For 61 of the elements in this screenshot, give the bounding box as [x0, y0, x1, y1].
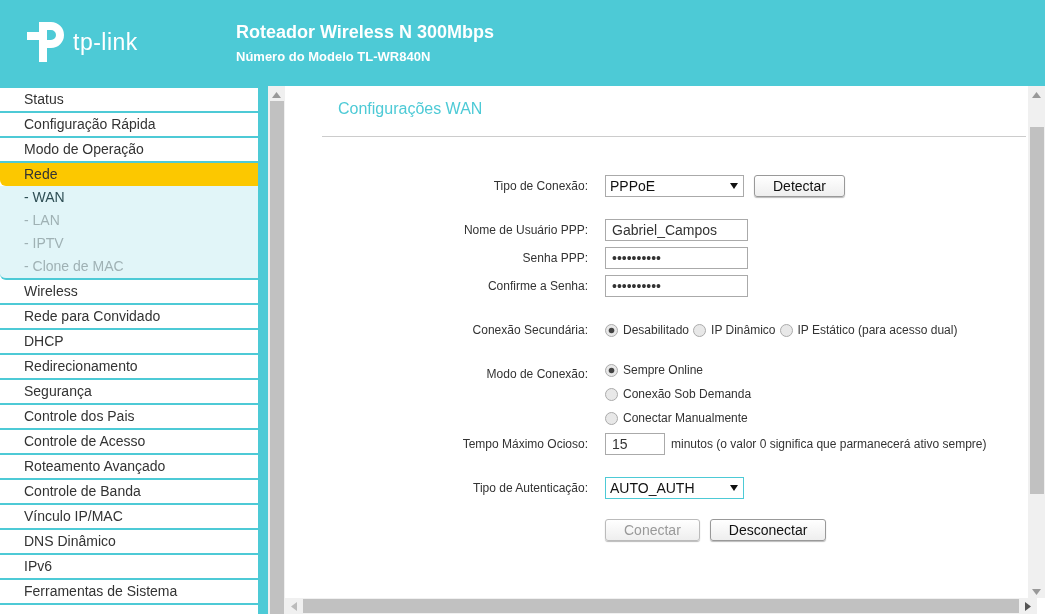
scrollbar[interactable] [1028, 86, 1045, 598]
submenu-item[interactable]: - WAN [0, 186, 258, 209]
menu-item[interactable]: Roteamento Avançado [0, 455, 258, 480]
dropdown[interactable]: PPPoE [605, 175, 744, 197]
radio-button[interactable] [605, 411, 618, 425]
radio-label: IP Estático (para acesso dual) [797, 322, 958, 339]
field-label: Modo de Conexão: [486, 367, 588, 381]
hint-text: minutos (o valor 0 significa que parmanecerá ativo sempre) [671, 437, 987, 451]
menu-item[interactable]: Wireless [0, 280, 258, 305]
field-label: Tipo de Conexão: [493, 179, 588, 193]
dropdown[interactable]: AUTO_AUTH [605, 477, 744, 499]
menu-item[interactable]: Vínculo IP/MAC [0, 505, 258, 530]
menu-item[interactable]: Status [0, 88, 258, 113]
radio-button[interactable] [605, 387, 618, 401]
radio-label: Desabilitado [623, 322, 690, 339]
radio-label: Conectar Manualmente [623, 410, 748, 427]
scroll-up-icon[interactable] [1032, 92, 1041, 98]
menu-item[interactable]: Controle de Acesso [0, 430, 258, 455]
field-label: Tipo de Autenticação: [473, 481, 588, 495]
model-number: Número do Modelo TL-WR840N [236, 49, 432, 64]
scrollbar[interactable] [285, 598, 1037, 614]
scroll-up-icon[interactable] [272, 92, 281, 98]
radio-label: Conexão Sob Demanda [623, 386, 752, 403]
password-field[interactable]: •••••••••• [605, 275, 748, 297]
menu-item[interactable]: Ferramentas de Sistema [0, 580, 258, 605]
menu-item[interactable]: IPv6 [0, 555, 258, 580]
field-label: Conexão Secundária: [472, 323, 588, 337]
radio-button[interactable] [605, 363, 618, 377]
radio-button[interactable] [779, 323, 793, 337]
menu-item[interactable]: Configuração Rápida [0, 113, 258, 138]
caret-icon [730, 485, 738, 491]
menu-item[interactable]: Rede para Convidado [0, 305, 258, 330]
brand-name: tp-link [73, 28, 138, 56]
radio-label: Sempre Online [623, 362, 704, 379]
field-label: Confirme a Senha: [487, 279, 588, 293]
field-label: Tempo Máximo Ocioso: [462, 437, 588, 451]
menu-item[interactable]: Redirecionamento [0, 355, 258, 380]
radio-button[interactable] [693, 323, 707, 337]
input-field[interactable]: Gabriel_Campos [605, 219, 748, 241]
action-button[interactable]: Desconectar [709, 519, 827, 541]
scroll-left-icon[interactable] [291, 601, 297, 611]
scroll-right-icon[interactable] [1025, 601, 1031, 611]
menu-item[interactable]: Controle dos Pais [0, 405, 258, 430]
radio-label: IP Dinâmico [711, 322, 776, 339]
scroll-down-icon[interactable] [1032, 589, 1041, 595]
radio-button[interactable] [605, 323, 618, 337]
field-label: Senha PPP: [522, 251, 588, 265]
menu-item[interactable]: DHCP [0, 330, 258, 355]
menu-item[interactable]: Controle de Banda [0, 480, 258, 505]
password-field[interactable]: •••••••••• [605, 247, 748, 269]
menu-item[interactable]: Segurança [0, 380, 258, 405]
menu-item[interactable]: Rede [0, 163, 258, 186]
scroll-thumb[interactable] [1029, 127, 1044, 494]
menu-item[interactable]: DNS Dinâmico [0, 530, 258, 555]
caret-icon [730, 183, 738, 189]
action-button[interactable]: Detectar [754, 175, 845, 197]
scroll-thumb[interactable] [303, 599, 1019, 613]
field-label: Nome de Usuário PPP: [463, 223, 588, 237]
page-title: Configurações WAN [337, 100, 484, 119]
input-field[interactable]: 15 [605, 433, 665, 455]
product-title: Roteador Wireless N 300Mbps [236, 22, 494, 43]
